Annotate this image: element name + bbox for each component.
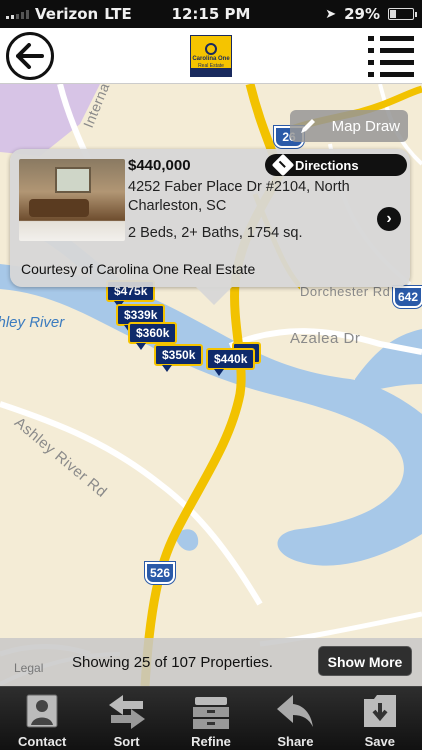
tab-share[interactable]: Share: [253, 687, 337, 750]
river-label: Ashley River: [0, 314, 65, 331]
price-pin[interactable]: $440k: [206, 348, 256, 376]
save-icon: [363, 695, 396, 727]
chevron-right-icon[interactable]: ›: [377, 207, 401, 231]
listing-popup[interactable]: $440,000 4252 Faber Place Dr #2104, Nort…: [10, 149, 410, 305]
listing-details: 2 Beds, 2+ Baths, 1754 sq.: [128, 225, 303, 241]
share-icon: [277, 695, 314, 727]
listing-courtesy: Courtesy of Carolina One Real Estate: [21, 261, 256, 277]
tab-refine[interactable]: Refine: [169, 687, 253, 750]
results-bar: Legal Showing 25 of 107 Properties. Show…: [0, 638, 422, 686]
street-label: Azalea Dr: [290, 330, 361, 347]
arrow-left-icon: [16, 43, 44, 69]
highway-shield: 642: [393, 286, 422, 308]
battery-icon: [388, 8, 417, 20]
map-draw-label: Map Draw: [331, 117, 400, 135]
tab-bar: Contact Sort Refine Share Save: [0, 686, 422, 750]
map-draw-button[interactable]: Map Draw: [290, 110, 408, 142]
pencil-icon: [301, 119, 315, 133]
directions-button[interactable]: Directions: [265, 153, 407, 177]
refine-icon: [193, 697, 230, 729]
highway-shield: 526: [145, 562, 175, 584]
location-arrow-icon: ➤: [325, 6, 337, 22]
listing-photo[interactable]: [19, 159, 125, 241]
battery-percent: 29%: [344, 5, 380, 23]
tab-contact[interactable]: Contact: [0, 687, 84, 750]
price-pin[interactable]: $350k: [154, 344, 204, 372]
menu-button[interactable]: [368, 32, 414, 80]
tab-save[interactable]: Save: [338, 687, 422, 750]
legal-link[interactable]: Legal: [14, 661, 43, 675]
tab-sort[interactable]: Sort: [84, 687, 168, 750]
results-count: Showing 25 of 107 Properties.: [72, 654, 273, 671]
back-button[interactable]: [6, 32, 54, 80]
map-view[interactable]: International Blvd Azalea Dr Ashley Rive…: [0, 84, 422, 686]
listing-address: 4252 Faber Place Dr #2104, North Charles…: [128, 179, 350, 214]
show-more-button[interactable]: Show More: [318, 646, 412, 676]
contact-icon: [26, 694, 58, 728]
price-pin[interactable]: $360k: [128, 322, 178, 350]
company-logo: Carolina One Real Estate: [190, 35, 232, 77]
status-bar: Verizon LTE 12:15 PM ➤ 29%: [0, 0, 422, 28]
listing-price: $440,000: [128, 157, 191, 174]
nav-bar: Carolina One Real Estate: [0, 28, 422, 84]
directions-label: Directions: [295, 157, 359, 173]
directions-icon: [271, 153, 295, 177]
sort-icon: [108, 695, 145, 729]
